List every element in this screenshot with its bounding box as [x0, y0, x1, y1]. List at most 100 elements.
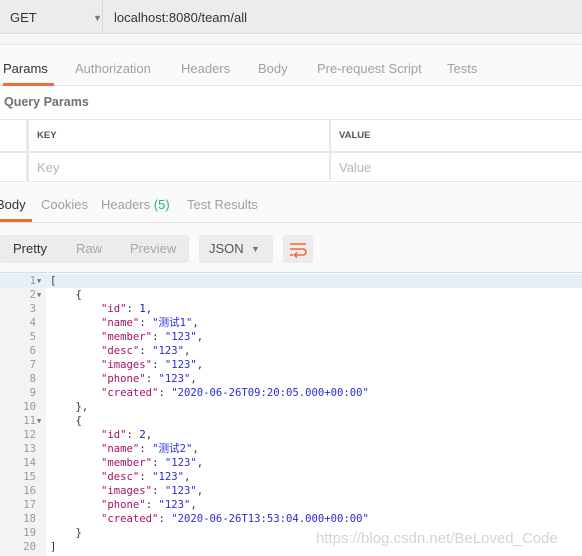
code-text: "phone": "123",	[50, 498, 197, 512]
json-string: "测试2"	[152, 443, 193, 455]
fold-toggle-icon[interactable]: ▼	[37, 288, 41, 302]
line-number: 13	[23, 443, 36, 455]
code-text: [	[50, 274, 56, 288]
divider	[0, 35, 582, 45]
json-punct: :	[126, 303, 140, 315]
json-punct: ,	[196, 331, 204, 343]
json-punct: :	[139, 345, 153, 357]
code-text: "id": 1,	[50, 302, 152, 316]
line-number: 8	[29, 373, 36, 385]
line-number: 1	[29, 275, 36, 287]
code-text: "member": "123",	[50, 456, 203, 470]
code-line: 13 "name": "测试2",	[0, 442, 582, 456]
preview-button[interactable]: Preview	[130, 235, 176, 263]
json-punct: ,	[183, 345, 191, 357]
json-punct	[50, 359, 101, 371]
fold-toggle-icon[interactable]: ▼	[37, 274, 41, 288]
json-punct: ,	[196, 359, 204, 371]
json-punct	[50, 499, 101, 511]
line-number: 17	[23, 499, 36, 511]
response-body-editor[interactable]: 1 ▼[2 ▼ {3 "id": 1, 4 "name": "测试1", 5 "memb…	[0, 273, 582, 556]
json-punct	[50, 345, 101, 357]
tab-pre-request-script[interactable]: Pre-request Script	[317, 46, 422, 86]
json-key: "id"	[101, 429, 127, 441]
json-string: "123"	[158, 499, 191, 511]
json-string: "123"	[152, 345, 184, 357]
tab-authorization[interactable]: Authorization	[75, 46, 151, 86]
json-punct: :	[158, 513, 172, 525]
code-line: 9 "created": "2020-06-26T09:20:05.000+00…	[0, 386, 582, 400]
chevron-down-icon: ▼	[93, 13, 102, 23]
tab-body[interactable]: Body	[258, 46, 288, 86]
tab-response-body[interactable]: Body	[0, 183, 32, 222]
json-punct	[50, 513, 101, 525]
view-mode-toggle: Pretty Raw Preview	[0, 235, 189, 263]
json-string: "2020-06-26T09:20:05.000+00:00"	[171, 387, 369, 399]
method-dropdown[interactable]: GET ▼	[0, 0, 103, 34]
json-punct	[50, 471, 101, 483]
json-key: "member"	[101, 457, 153, 469]
json-punct: :	[126, 429, 140, 441]
json-punct: ,	[196, 485, 204, 497]
fold-toggle-icon[interactable]: ▼	[37, 414, 41, 428]
tab-test-results[interactable]: Test Results	[187, 183, 258, 223]
json-string: "2020-06-26T13:53:04.000+00:00"	[171, 513, 369, 525]
line-number: 2	[29, 289, 36, 301]
json-punct	[50, 485, 101, 497]
code-text: "phone": "123",	[50, 372, 197, 386]
line-number: 11	[23, 415, 36, 427]
json-punct: :	[152, 457, 165, 469]
code-line: 14 "member": "123",	[0, 456, 582, 470]
code-line: 7 "images": "123",	[0, 358, 582, 372]
query-params-table: KEY VALUE Key Value	[0, 119, 582, 182]
line-number: 19	[23, 527, 36, 539]
json-punct: ,	[192, 317, 199, 329]
url-input[interactable]: localhost:8080/team/all	[114, 0, 247, 34]
code-line: 5 "member": "123",	[0, 330, 582, 344]
line-number: 15	[23, 471, 36, 483]
request-tabs: Params Authorization Headers Body Pre-re…	[0, 46, 582, 86]
code-text: "created": "2020-06-26T13:53:04.000+00:0…	[50, 512, 369, 526]
response-toolbar: Pretty Raw Preview JSON ▼	[0, 223, 582, 273]
json-punct	[50, 457, 101, 469]
tab-params[interactable]: Params	[3, 46, 54, 86]
line-number: 7	[29, 359, 36, 371]
tab-tests[interactable]: Tests	[447, 46, 477, 86]
code-text: }	[50, 526, 82, 540]
format-dropdown[interactable]: JSON ▼	[199, 235, 273, 263]
raw-button[interactable]: Raw	[76, 235, 102, 263]
row-checkbox[interactable]	[0, 153, 26, 181]
code-text: "images": "123",	[50, 358, 203, 372]
json-punct: :	[139, 471, 153, 483]
json-punct: ,	[190, 499, 197, 511]
json-punct: :	[152, 485, 165, 497]
json-punct: },	[50, 401, 89, 413]
value-input[interactable]: Value	[331, 153, 582, 181]
json-key: "created"	[101, 387, 159, 399]
line-number: 12	[23, 429, 36, 441]
code-line: 11 ▼ {	[0, 414, 582, 428]
wrap-lines-icon	[290, 243, 307, 259]
tab-response-headers[interactable]: Headers (5)	[101, 183, 170, 223]
json-punct: :	[145, 499, 159, 511]
json-key: "phone"	[101, 499, 146, 511]
request-bar: GET ▼ localhost:8080/team/all	[0, 0, 582, 34]
json-punct: ,	[196, 457, 204, 469]
code-text: "images": "123",	[50, 484, 203, 498]
json-key: "images"	[101, 485, 153, 497]
code-line: 15 "desc": "123",	[0, 470, 582, 484]
pretty-button[interactable]: Pretty	[13, 235, 47, 263]
code-line: 12 "id": 2,	[0, 428, 582, 442]
key-input[interactable]: Key	[29, 153, 329, 181]
tab-cookies[interactable]: Cookies	[41, 183, 88, 223]
json-punct: :	[152, 359, 165, 371]
json-key: "phone"	[101, 373, 146, 385]
json-punct: ,	[190, 373, 197, 385]
line-number: 6	[29, 345, 36, 357]
code-text: "created": "2020-06-26T09:20:05.000+00:0…	[50, 386, 369, 400]
wrap-lines-button[interactable]	[283, 235, 313, 263]
line-number: 10	[23, 401, 36, 413]
json-punct	[50, 331, 101, 343]
tab-headers[interactable]: Headers	[181, 46, 230, 86]
json-punct: :	[139, 443, 153, 455]
